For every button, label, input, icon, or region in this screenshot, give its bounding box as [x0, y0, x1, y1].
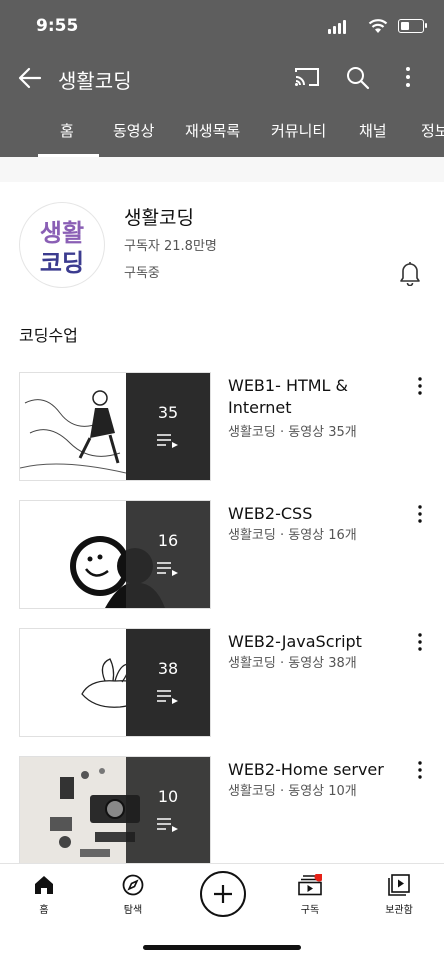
cellular-signal-icon [328, 20, 346, 34]
playlist-item[interactable]: 10 WEB2-Home server 생활코딩 · 동영상 10개 [0, 756, 444, 865]
subscribed-button[interactable]: 구독중 [124, 262, 160, 281]
more-vert-icon[interactable] [402, 66, 414, 88]
nav-home[interactable]: 홈 [9, 874, 79, 916]
playlist-item[interactable]: 35 WEB1- HTML & Internet 생활코딩 · 동영상 35개 [0, 372, 444, 481]
playlist-icon [157, 562, 178, 576]
playlist-icon [157, 818, 178, 832]
tab-community[interactable]: 커뮤니티 [271, 120, 326, 141]
nav-label: 구독 [300, 905, 320, 916]
playlist-item[interactable]: 16 WEB2-CSS 생활코딩 · 동영상 16개 [0, 500, 444, 609]
tab-home[interactable]: 홈 [60, 120, 74, 141]
nav-explore[interactable]: 탐색 [98, 874, 168, 916]
bottom-navigation: 홈 탐색 구독 보관함 [0, 863, 444, 962]
library-icon [388, 874, 410, 896]
nav-label: 홈 [39, 905, 49, 916]
wifi-icon [368, 19, 388, 33]
nav-label: 보관함 [385, 905, 413, 916]
playlist-meta: 생활코딩 · 동영상 35개 [228, 425, 357, 440]
subscriptions-icon [298, 874, 322, 896]
logo-text-top: 생활 [40, 219, 84, 247]
compass-icon [122, 874, 144, 896]
tab-about[interactable]: 정보 [421, 120, 444, 141]
channel-tabs: 홈 동영상 재생목록 커뮤니티 채널 정보 [0, 106, 444, 157]
sketch-illustration [20, 390, 127, 474]
playlist-item[interactable]: 38 WEB2-JavaScript 생활코딩 · 동영상 38개 [0, 628, 444, 737]
channel-logo: 생활 코딩 [40, 219, 84, 277]
more-vert-icon[interactable] [412, 760, 428, 780]
channel-name: 생활코딩 [124, 207, 194, 229]
playlist-title[interactable]: WEB2-Home server [228, 759, 408, 781]
notification-bell-icon[interactable] [398, 260, 422, 286]
playlist-overlay: 10 [126, 757, 210, 864]
more-vert-icon[interactable] [412, 504, 428, 524]
nav-label: 탐색 [123, 905, 143, 916]
section-title: 코딩수업 [19, 326, 78, 345]
more-vert-icon[interactable] [412, 376, 428, 396]
playlist-thumbnail[interactable]: 16 [19, 500, 211, 609]
status-time: 9:55 [36, 16, 79, 36]
app-bar-title: 생활코딩 [58, 69, 132, 93]
video-count: 35 [157, 403, 179, 422]
logo-text-bottom: 코딩 [40, 249, 84, 277]
separator [0, 157, 444, 182]
playlist-overlay: 16 [126, 501, 210, 608]
app-bar: 생활코딩 [0, 56, 444, 100]
status-bar: 9:55 [0, 16, 444, 40]
back-arrow-icon[interactable] [16, 64, 44, 92]
home-indicator [143, 945, 301, 950]
battery-icon [398, 19, 427, 33]
playlist-meta: 생활코딩 · 동영상 16개 [228, 528, 357, 543]
channel-avatar[interactable]: 생활 코딩 [19, 202, 105, 288]
create-icon [214, 885, 232, 903]
playlist-thumbnail[interactable]: 10 [19, 756, 211, 865]
tab-channels[interactable]: 채널 [359, 120, 387, 141]
more-vert-icon[interactable] [412, 632, 428, 652]
tab-playlists[interactable]: 재생목록 [185, 120, 240, 141]
video-count: 16 [157, 531, 179, 550]
playlist-overlay: 38 [126, 629, 210, 736]
top-bar: 9:55 생활코딩 홈 동영상 재생목록 커뮤니티 채널 정보 [0, 0, 444, 157]
video-count: 10 [157, 787, 179, 806]
playlist-icon [157, 690, 178, 704]
nav-subscriptions[interactable]: 구독 [275, 874, 345, 916]
nav-library[interactable]: 보관함 [364, 874, 434, 916]
home-icon [35, 876, 53, 894]
search-icon[interactable] [345, 65, 371, 91]
playlist-meta: 생활코딩 · 동영상 38개 [228, 656, 357, 671]
tab-videos[interactable]: 동영상 [113, 120, 154, 141]
playlist-meta: 생활코딩 · 동영상 10개 [228, 784, 357, 799]
playlist-title[interactable]: WEB2-CSS [228, 503, 408, 525]
video-count: 38 [157, 659, 179, 678]
playlist-title[interactable]: WEB2-JavaScript [228, 631, 408, 653]
playlist-icon [157, 434, 178, 448]
subscriber-count: 구독자 21.8만명 [124, 239, 217, 254]
playlist-thumbnail[interactable]: 35 [19, 372, 211, 481]
playlist-title[interactable]: WEB1- HTML & Internet [228, 375, 408, 419]
playlist-thumbnail[interactable]: 38 [19, 628, 211, 737]
playlist-overlay: 35 [126, 373, 210, 480]
create-button[interactable] [200, 871, 246, 917]
cast-icon[interactable] [294, 66, 320, 88]
